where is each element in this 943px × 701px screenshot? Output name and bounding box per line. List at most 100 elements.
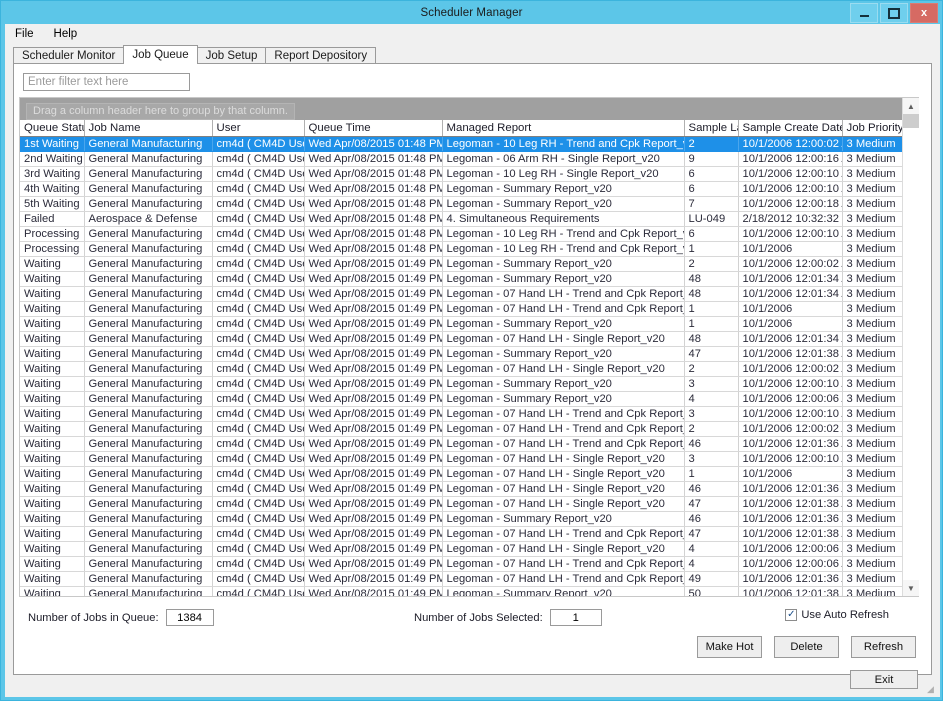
- table-cell[interactable]: Legoman - 07 Hand LH - Trend and Cpk Rep…: [442, 406, 684, 421]
- table-cell[interactable]: 4: [684, 391, 738, 406]
- table-cell[interactable]: cm4d ( CM4D User ): [212, 136, 304, 151]
- table-cell[interactable]: 9: [684, 151, 738, 166]
- table-cell[interactable]: General Manufacturing: [84, 316, 212, 331]
- table-cell[interactable]: 10/1/2006 12:00:06 AM: [738, 541, 842, 556]
- table-cell[interactable]: Waiting: [20, 481, 84, 496]
- tab-report-depository[interactable]: Report Depository: [265, 47, 376, 63]
- table-cell[interactable]: 50: [684, 586, 738, 596]
- table-cell[interactable]: 4. Simultaneous Requirements: [442, 211, 684, 226]
- table-cell[interactable]: Legoman - 07 Hand LH - Single Report_v20: [442, 496, 684, 511]
- table-cell[interactable]: 10/1/2006 12:00:10 AM: [738, 376, 842, 391]
- table-cell[interactable]: 1: [684, 316, 738, 331]
- table-cell[interactable]: cm4d ( CM4D User ): [212, 196, 304, 211]
- table-cell[interactable]: General Manufacturing: [84, 526, 212, 541]
- table-cell[interactable]: 10/1/2006 12:00:02 AM: [738, 256, 842, 271]
- table-cell[interactable]: 7: [684, 196, 738, 211]
- table-cell[interactable]: cm4d ( CM4D User ): [212, 511, 304, 526]
- table-cell[interactable]: cm4d ( CM4D User ): [212, 286, 304, 301]
- table-cell[interactable]: 10/1/2006 12:01:36 AM: [738, 436, 842, 451]
- table-cell[interactable]: Wed Apr/08/2015 01:48 PM: [304, 166, 442, 181]
- table-row[interactable]: 4th WaitingGeneral Manufacturingcm4d ( C…: [20, 181, 918, 196]
- table-cell[interactable]: Legoman - 07 Hand LH - Single Report_v20: [442, 481, 684, 496]
- table-cell[interactable]: General Manufacturing: [84, 421, 212, 436]
- table-cell[interactable]: cm4d ( CM4D User ): [212, 481, 304, 496]
- table-cell[interactable]: Waiting: [20, 271, 84, 286]
- table-row[interactable]: WaitingGeneral Manufacturingcm4d ( CM4D …: [20, 541, 918, 556]
- table-cell[interactable]: Legoman - 10 Leg RH - Single Report_v20: [442, 166, 684, 181]
- table-cell[interactable]: Waiting: [20, 421, 84, 436]
- table-cell[interactable]: 3 Medium: [842, 346, 907, 361]
- table-cell[interactable]: 10/1/2006: [738, 316, 842, 331]
- table-row[interactable]: WaitingGeneral Manufacturingcm4d ( CM4D …: [20, 361, 918, 376]
- table-row[interactable]: WaitingGeneral Manufacturingcm4d ( CM4D …: [20, 436, 918, 451]
- table-row[interactable]: WaitingGeneral Manufacturingcm4d ( CM4D …: [20, 391, 918, 406]
- table-cell[interactable]: 2nd Waiting: [20, 151, 84, 166]
- table-row[interactable]: WaitingGeneral Manufacturingcm4d ( CM4D …: [20, 346, 918, 361]
- table-row[interactable]: WaitingGeneral Manufacturingcm4d ( CM4D …: [20, 286, 918, 301]
- table-cell[interactable]: Legoman - Summary Report_v20: [442, 376, 684, 391]
- column-header-user[interactable]: User: [212, 120, 304, 136]
- table-cell[interactable]: Legoman - Summary Report_v20: [442, 346, 684, 361]
- table-cell[interactable]: Legoman - 10 Leg RH - Trend and Cpk Repo…: [442, 241, 684, 256]
- grid-vertical-scrollbar[interactable]: ▲ ▼: [902, 98, 918, 596]
- table-cell[interactable]: 3 Medium: [842, 331, 907, 346]
- table-cell[interactable]: cm4d ( CM4D User ): [212, 151, 304, 166]
- table-cell[interactable]: 10/1/2006 12:01:38 AM: [738, 496, 842, 511]
- table-cell[interactable]: 5th Waiting: [20, 196, 84, 211]
- table-cell[interactable]: cm4d ( CM4D User ): [212, 331, 304, 346]
- table-cell[interactable]: 3 Medium: [842, 226, 907, 241]
- table-cell[interactable]: General Manufacturing: [84, 256, 212, 271]
- table-cell[interactable]: 10/1/2006 12:01:36 AM: [738, 481, 842, 496]
- table-cell[interactable]: Legoman - 07 Hand LH - Trend and Cpk Rep…: [442, 571, 684, 586]
- table-cell[interactable]: General Manufacturing: [84, 541, 212, 556]
- table-cell[interactable]: Aerospace & Defense: [84, 211, 212, 226]
- table-cell[interactable]: 3 Medium: [842, 211, 907, 226]
- table-cell[interactable]: cm4d ( CM4D User ): [212, 391, 304, 406]
- tab-job-queue[interactable]: Job Queue: [123, 45, 197, 64]
- column-header-sample-label[interactable]: Sample Label: [684, 120, 738, 136]
- table-cell[interactable]: 10/1/2006 12:01:34 AM: [738, 331, 842, 346]
- table-cell[interactable]: 4: [684, 556, 738, 571]
- table-cell[interactable]: 10/1/2006 12:00:06 AM: [738, 391, 842, 406]
- table-cell[interactable]: 3: [684, 406, 738, 421]
- exit-button[interactable]: Exit: [850, 670, 918, 689]
- table-cell[interactable]: Waiting: [20, 301, 84, 316]
- table-cell[interactable]: Wed Apr/08/2015 01:49 PM: [304, 331, 442, 346]
- table-cell[interactable]: Failed: [20, 211, 84, 226]
- scroll-down-arrow-icon[interactable]: ▼: [903, 580, 919, 596]
- tab-scheduler-monitor[interactable]: Scheduler Monitor: [13, 47, 124, 63]
- table-cell[interactable]: 6: [684, 181, 738, 196]
- table-cell[interactable]: 3 Medium: [842, 466, 907, 481]
- table-row[interactable]: 1st WaitingGeneral Manufacturingcm4d ( C…: [20, 136, 918, 151]
- table-cell[interactable]: Legoman - 07 Hand LH - Single Report_v20: [442, 331, 684, 346]
- table-cell[interactable]: Legoman - 07 Hand LH - Trend and Cpk Rep…: [442, 436, 684, 451]
- table-cell[interactable]: General Manufacturing: [84, 271, 212, 286]
- table-cell[interactable]: cm4d ( CM4D User ): [212, 256, 304, 271]
- table-cell[interactable]: 2/18/2012 10:32:32 PM: [738, 211, 842, 226]
- table-row[interactable]: ProcessingGeneral Manufacturingcm4d ( CM…: [20, 241, 918, 256]
- table-cell[interactable]: 10/1/2006 12:00:02 AM: [738, 421, 842, 436]
- menu-item-file[interactable]: File: [12, 27, 37, 41]
- table-cell[interactable]: Wed Apr/08/2015 01:49 PM: [304, 421, 442, 436]
- table-cell[interactable]: 10/1/2006 12:00:18 AM: [738, 196, 842, 211]
- table-cell[interactable]: Legoman - 07 Hand LH - Single Report_v20: [442, 361, 684, 376]
- table-cell[interactable]: cm4d ( CM4D User ): [212, 211, 304, 226]
- table-cell[interactable]: Wed Apr/08/2015 01:49 PM: [304, 361, 442, 376]
- table-cell[interactable]: Waiting: [20, 361, 84, 376]
- table-cell[interactable]: 10/1/2006 12:00:10 AM: [738, 181, 842, 196]
- table-cell[interactable]: cm4d ( CM4D User ): [212, 406, 304, 421]
- table-cell[interactable]: General Manufacturing: [84, 166, 212, 181]
- table-cell[interactable]: 3 Medium: [842, 241, 907, 256]
- table-cell[interactable]: Legoman - Summary Report_v20: [442, 271, 684, 286]
- table-cell[interactable]: Wed Apr/08/2015 01:49 PM: [304, 346, 442, 361]
- table-cell[interactable]: Legoman - 07 Hand LH - Trend and Cpk Rep…: [442, 286, 684, 301]
- table-row[interactable]: WaitingGeneral Manufacturingcm4d ( CM4D …: [20, 421, 918, 436]
- table-cell[interactable]: cm4d ( CM4D User ): [212, 586, 304, 596]
- table-cell[interactable]: Wed Apr/08/2015 01:49 PM: [304, 586, 442, 596]
- filter-input[interactable]: [23, 73, 190, 91]
- table-cell[interactable]: 3 Medium: [842, 526, 907, 541]
- auto-refresh-checkbox[interactable]: ✓: [785, 609, 797, 621]
- table-cell[interactable]: Wed Apr/08/2015 01:48 PM: [304, 241, 442, 256]
- table-cell[interactable]: Wed Apr/08/2015 01:49 PM: [304, 571, 442, 586]
- table-cell[interactable]: 48: [684, 331, 738, 346]
